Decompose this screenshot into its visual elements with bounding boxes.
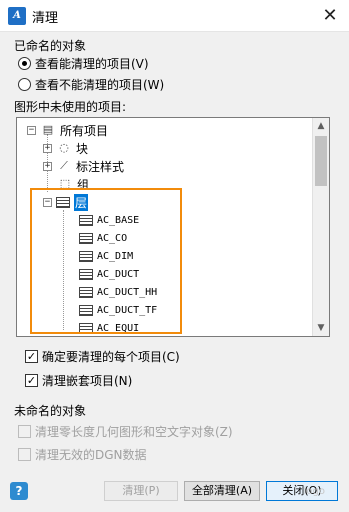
radio-view-purgeable[interactable]: 查看能清理的项目(V)	[18, 55, 149, 72]
unnamed-objects-label: 未命名的对象	[14, 404, 87, 418]
invalid-dgn-checkbox[interactable]: 清理无效的DGN数据	[18, 446, 147, 463]
tree-dimstyles-label: 标注样式	[76, 159, 125, 174]
tree-blocks-label: 块	[76, 141, 89, 156]
drawing-icon: ▤	[42, 123, 54, 136]
tree-scrollbar[interactable]: ▲ ▼	[312, 118, 329, 336]
tree-row-root[interactable]: − ▤ 所有项目	[27, 121, 108, 139]
help-icon[interactable]: ?	[10, 482, 28, 500]
purge-button[interactable]: 清理(P)	[104, 481, 178, 501]
title-bar: A 清理 ✕	[0, 0, 349, 32]
scroll-up-icon[interactable]: ▲	[313, 118, 329, 134]
confirm-each-label: 确定要清理的每个项目(C)	[42, 350, 180, 364]
app-icon: A	[8, 7, 26, 25]
tree-label: 图形中未使用的项目:	[14, 100, 127, 114]
invalid-dgn-label: 清理无效的DGN数据	[35, 448, 147, 462]
radio-view-non-purgeable[interactable]: 查看不能清理的项目(W)	[18, 76, 164, 93]
close-button[interactable]: 关闭(O)	[266, 481, 338, 501]
confirm-each-checkbox[interactable]: ✓ 确定要清理的每个项目(C)	[25, 348, 180, 365]
zero-length-label: 清理零长度几何图形和空文字对象(Z)	[35, 425, 233, 439]
tree-root-label: 所有项目	[60, 123, 109, 138]
named-objects-label: 已命名的对象	[14, 39, 87, 53]
radio-view-purgeable-label: 查看能清理的项目(V)	[35, 57, 149, 71]
dimension-style-icon: ⟋	[60, 159, 68, 172]
radio-selected-icon	[18, 57, 31, 70]
tree-row-blocks[interactable]: + ◌ 块	[43, 139, 88, 157]
purge-nested-label: 清理嵌套项目(N)	[42, 374, 133, 388]
checkbox-checked-icon: ✓	[25, 350, 38, 363]
block-icon: ◌	[59, 141, 69, 154]
purge-all-button[interactable]: 全部清理(A)	[184, 481, 260, 501]
zero-length-checkbox[interactable]: 清理零长度几何图形和空文字对象(Z)	[18, 423, 233, 440]
radio-view-non-purgeable-label: 查看不能清理的项目(W)	[35, 78, 165, 92]
watermark: logo	[303, 486, 325, 497]
checkbox-disabled-icon	[18, 448, 31, 461]
checkbox-disabled-icon	[18, 425, 31, 438]
checkbox-checked-icon: ✓	[25, 374, 38, 387]
highlight-box	[30, 188, 182, 334]
close-icon[interactable]: ✕	[317, 3, 343, 29]
window-title: 清理	[32, 11, 59, 26]
purge-nested-checkbox[interactable]: ✓ 清理嵌套项目(N)	[25, 372, 132, 389]
collapse-icon[interactable]: −	[27, 125, 36, 135]
expand-icon[interactable]: +	[43, 161, 52, 171]
tree-row-dimstyles[interactable]: + ⟋ 标注样式	[43, 157, 124, 175]
scroll-thumb[interactable]	[315, 136, 327, 186]
expand-icon[interactable]: +	[43, 143, 52, 153]
scroll-down-icon[interactable]: ▼	[313, 320, 329, 336]
radio-unselected-icon	[18, 78, 31, 91]
